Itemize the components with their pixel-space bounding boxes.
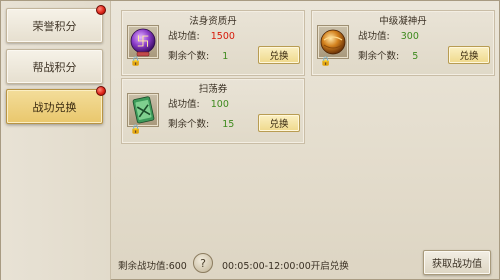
item-icon-frame[interactable]	[127, 93, 159, 127]
cost-label: 战功值:	[168, 31, 200, 42]
item-card: 扫荡券 🔒 战功值: 100 剩余个数: 15 兑换	[121, 78, 305, 144]
exchange-panel: 荣誉积分 帮战积分 战功兑换 法身资质丹 卐 🔒 战功值: 1500 剩余个数:…	[0, 0, 500, 280]
get-merit-button[interactable]: 获取战功值	[423, 250, 491, 275]
exchange-button[interactable]: 兑换	[258, 46, 300, 64]
footer: 剩余战功值:600 ? 00:05:00-12:00:00开启兑换 获取战功值	[111, 249, 499, 279]
stock-label: 剩余个数:	[168, 51, 210, 62]
red-dot-icon	[96, 5, 106, 15]
stock-value: 1	[222, 51, 229, 62]
cost-label: 战功值:	[168, 99, 200, 110]
stock-value: 15	[222, 119, 235, 130]
item-icon-frame[interactable]	[317, 25, 349, 59]
stock-value: 5	[412, 51, 419, 62]
lock-icon: 🔒	[320, 57, 332, 67]
tab-merit-exchange-label: 战功兑换	[32, 100, 77, 114]
stock-label: 剩余个数:	[168, 119, 210, 130]
item-card: 法身资质丹 卐 🔒 战功值: 1500 剩余个数: 1 兑换	[121, 10, 305, 76]
golden-orb-icon	[320, 29, 346, 55]
remaining-merit: 剩余战功值:600	[118, 261, 187, 272]
svg-text:卐: 卐	[136, 35, 149, 50]
lock-icon: 🔒	[130, 125, 142, 135]
cost-value: 300	[400, 31, 419, 42]
lock-icon: 🔒	[130, 57, 142, 67]
cost-label: 战功值:	[358, 31, 390, 42]
exchange-time: 00:05:00-12:00:00开启兑换	[222, 261, 349, 272]
cost-value: 1500	[210, 31, 235, 42]
stock-line: 剩余个数: 1	[168, 48, 228, 62]
tab-guild-war-points-label: 帮战积分	[32, 60, 77, 74]
cost-line: 战功值: 1500	[168, 28, 235, 42]
tab-honor-points-label: 荣誉积分	[32, 19, 77, 33]
purple-swastika-orb-icon: 卐	[130, 28, 156, 57]
red-dot-icon	[96, 86, 106, 96]
cost-line: 战功值: 300	[358, 28, 419, 42]
cost-line: 战功值: 100	[168, 96, 229, 110]
tab-merit-exchange[interactable]: 战功兑换	[6, 86, 106, 124]
tab-honor-points[interactable]: 荣誉积分	[6, 5, 106, 43]
item-card: 中级凝神丹 🔒 战功值: 300 剩余个数: 5 兑换	[311, 10, 495, 76]
stock-line: 剩余个数: 15	[168, 116, 234, 130]
stock-line: 剩余个数: 5	[358, 48, 418, 62]
exchange-button[interactable]: 兑换	[448, 46, 490, 64]
exchange-button[interactable]: 兑换	[258, 114, 300, 132]
sidebar: 荣誉积分 帮战积分 战功兑换	[1, 1, 111, 280]
stock-label: 剩余个数:	[358, 51, 400, 62]
cost-value: 100	[210, 99, 229, 110]
item-icon-frame[interactable]: 卐	[127, 25, 159, 59]
green-sweep-ticket-icon	[132, 96, 155, 124]
tab-guild-war-points[interactable]: 帮战积分	[6, 49, 103, 84]
help-icon[interactable]: ?	[193, 253, 213, 273]
